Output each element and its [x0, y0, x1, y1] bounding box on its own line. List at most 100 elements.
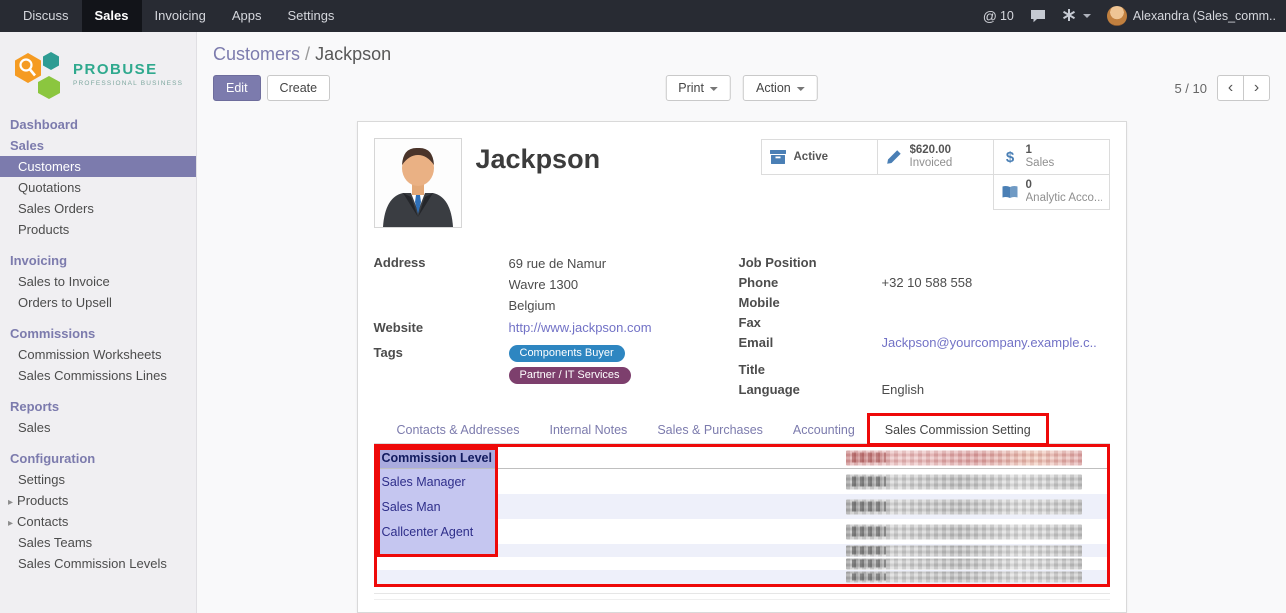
redacted-smudge — [852, 560, 886, 568]
pager-counter: 5 / 10 — [1174, 81, 1207, 96]
stat-text: 1Sales — [1026, 144, 1055, 170]
chevron-down-icon — [1083, 14, 1091, 18]
sidebar-item-products[interactable]: Products — [0, 219, 196, 240]
commission-level-cell[interactable]: Sales Man — [377, 494, 496, 519]
menu-sales[interactable]: Sales — [82, 0, 142, 32]
tag-partner-it-services[interactable]: Partner / IT Services — [509, 367, 631, 384]
tab-contacts-addresses[interactable]: Contacts & Addresses — [382, 416, 535, 443]
menu-apps[interactable]: Apps — [219, 0, 275, 32]
sidebar-label: Dashboard — [10, 117, 78, 132]
field-value-email[interactable]: Jackpson@yourcompany.example.c.. — [882, 333, 1097, 353]
redacted-blur — [846, 572, 1082, 583]
pencil-icon — [885, 148, 905, 166]
chevron-down-icon — [710, 87, 718, 91]
logo-hexagons-icon — [12, 46, 66, 102]
sidebar-section-reports[interactable]: Reports — [0, 396, 196, 417]
sidebar-label: Commission Worksheets — [18, 347, 162, 362]
field-row-mobile: Mobile — [739, 293, 1110, 313]
stat-label: Active — [794, 151, 829, 163]
stat-button-sales[interactable]: $1Sales — [993, 139, 1110, 175]
redacted-smudge — [852, 526, 886, 537]
sidebar-item-sales-teams[interactable]: Sales Teams — [0, 532, 196, 553]
sidebar-item-orders-to-upsell[interactable]: Orders to Upsell — [0, 292, 196, 313]
commission-level-cell[interactable]: Callcenter Agent — [377, 519, 496, 544]
user-menu[interactable]: Alexandra (Sales_comm.. — [1107, 6, 1276, 26]
column-header-commission-level[interactable]: Commission Level — [377, 447, 496, 468]
create-button[interactable]: Create — [267, 75, 331, 101]
stat-value: 0 — [1026, 179, 1102, 192]
sidebar-section-configuration[interactable]: Configuration — [0, 448, 196, 469]
tab-sales-commission-setting[interactable]: Sales Commission Setting — [870, 416, 1046, 443]
menu-invoicing[interactable]: Invoicing — [142, 0, 219, 32]
sheet-header: Jackpson Active$620.00Invoiced$1Sales0An… — [374, 138, 1110, 233]
website-label: Website — [374, 318, 509, 338]
sidebar-label: Orders to Upsell — [18, 295, 112, 310]
sidebar-section-commissions[interactable]: Commissions — [0, 323, 196, 344]
field-label-title: Title — [739, 360, 882, 380]
field-row-fax: Fax — [739, 313, 1110, 333]
stat-button-analytic-acco[interactable]: 0Analytic Acco... — [993, 174, 1110, 210]
sidebar-section-invoicing[interactable]: Invoicing — [0, 250, 196, 271]
print-dropdown[interactable]: Print — [665, 75, 731, 101]
stat-button-invoiced[interactable]: $620.00Invoiced — [877, 139, 994, 175]
menu-settings[interactable]: Settings — [274, 0, 347, 32]
sidebar-item-sales-to-invoice[interactable]: Sales to Invoice — [0, 271, 196, 292]
breadcrumb-customers[interactable]: Customers — [213, 44, 300, 64]
sidebar-item-sales-orders[interactable]: Sales Orders — [0, 198, 196, 219]
sidebar-label: Reports — [10, 399, 59, 414]
sidebar-item-sales-commissions-lines[interactable]: Sales Commissions Lines — [0, 365, 196, 386]
sidebar-label: Sales — [10, 138, 44, 153]
redacted-blur — [846, 450, 1082, 465]
field-label-email: Email — [739, 333, 882, 353]
tab-accounting[interactable]: Accounting — [778, 416, 870, 443]
table-header-row: Commission Level — [377, 447, 1107, 469]
sidebar-item-commission-worksheets[interactable]: Commission Worksheets — [0, 344, 196, 365]
chat-icon[interactable] — [1030, 9, 1046, 24]
action-buttons-group: Print Action — [665, 75, 817, 101]
mentions-indicator[interactable]: @ 10 — [983, 8, 1014, 24]
sidebar-item-products[interactable]: ▸Products — [0, 490, 196, 511]
pager: 5 / 10 ‹ › — [1174, 75, 1270, 101]
field-row-title: Title — [739, 360, 1110, 380]
field-value-language: English — [882, 380, 925, 400]
sidebar-label: Sales to Invoice — [18, 274, 110, 289]
pager-next-button[interactable]: › — [1243, 75, 1270, 101]
sidebar-item-contacts[interactable]: ▸ Contacts — [0, 511, 196, 532]
sidebar-label: Products — [18, 222, 69, 237]
debug-menu[interactable] — [1062, 8, 1091, 25]
sidebar-item-quotations[interactable]: Quotations — [0, 177, 196, 198]
sidebar-item-sales-commission-levels[interactable]: Sales Commission Levels — [0, 553, 196, 574]
website-link[interactable]: http://www.jackpson.com — [509, 318, 652, 338]
sidebar-section-sales[interactable]: Sales — [0, 135, 196, 156]
table-row[interactable]: Sales Man — [377, 494, 1107, 519]
tag-components-buyer[interactable]: Components Buyer — [509, 345, 625, 362]
contact-photo[interactable] — [374, 138, 462, 228]
sidebar-item-customers[interactable]: Customers — [0, 156, 196, 177]
tags-list: Components Buyer Partner / IT Services — [509, 343, 631, 384]
topbar-right: @ 10 Alexandra (Sales_comm.. — [983, 6, 1286, 26]
sidebar-label: Contacts — [17, 514, 68, 529]
table-row[interactable]: Callcenter Agent — [377, 519, 1107, 544]
edit-button[interactable]: Edit — [213, 75, 261, 101]
table-row[interactable]: Sales Manager — [377, 469, 1107, 494]
pager-previous-button[interactable]: ‹ — [1217, 75, 1244, 101]
topbar-menus: DiscussSalesInvoicingAppsSettings — [10, 0, 347, 32]
field-label-language: Language — [739, 380, 882, 400]
tab-sales-purchases[interactable]: Sales & Purchases — [642, 416, 778, 443]
sidebar-item-settings[interactable]: Settings — [0, 469, 196, 490]
main-content: Customers / Jackpson Edit Create Print A… — [197, 32, 1286, 613]
tab-internal-notes[interactable]: Internal Notes — [534, 416, 642, 443]
archive-icon — [769, 148, 789, 166]
stat-button-active[interactable]: Active — [761, 139, 878, 175]
control-panel: Edit Create Print Action 5 / 10 ‹ › — [197, 65, 1286, 101]
redacted-smudge — [852, 452, 886, 463]
chevron-right-icon: ▸ — [8, 518, 13, 529]
table-row — [377, 557, 1107, 570]
action-dropdown[interactable]: Action — [743, 75, 818, 101]
mentions-count: 10 — [1000, 9, 1014, 23]
field-label-mobile: Mobile — [739, 293, 882, 313]
menu-discuss[interactable]: Discuss — [10, 0, 82, 32]
sidebar-section-dashboard[interactable]: Dashboard — [0, 114, 196, 135]
sidebar-item-sales[interactable]: Sales — [0, 417, 196, 438]
commission-level-cell[interactable]: Sales Manager — [377, 469, 496, 494]
